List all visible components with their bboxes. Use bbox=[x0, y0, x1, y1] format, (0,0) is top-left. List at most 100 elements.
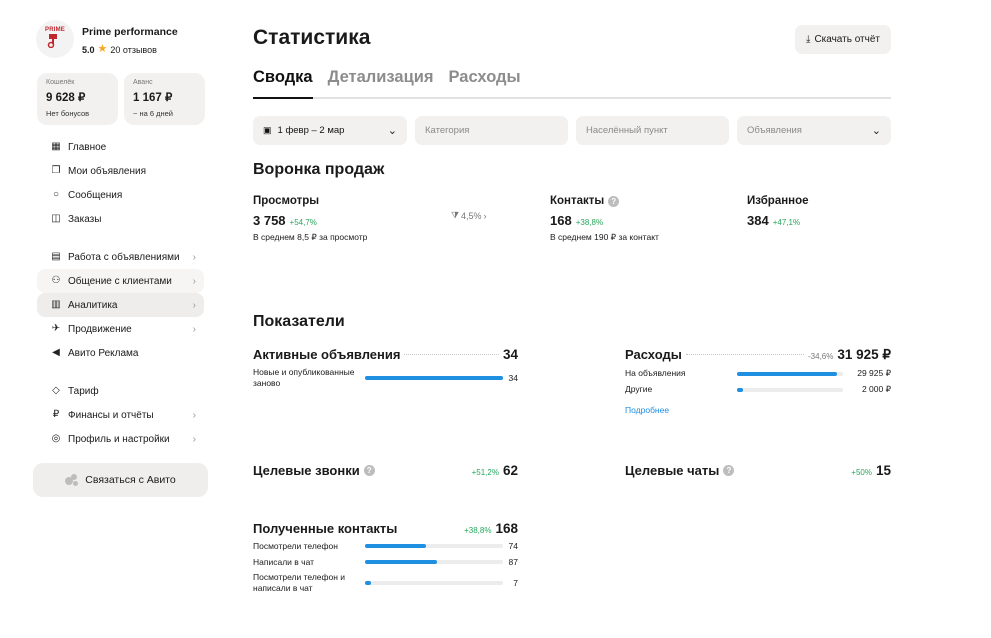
expenses-value: 31 925 ₽ bbox=[837, 347, 891, 362]
active-ads-card: Активные объявления 34 Новые и опубликов… bbox=[253, 347, 518, 388]
advance-value: 1 167 ₽ bbox=[133, 92, 173, 104]
download-label: Скачать отчёт bbox=[814, 34, 880, 45]
date-range-select[interactable]: ▣ 1 февр – 2 мар ⌄ bbox=[253, 116, 407, 145]
row-label: Новые и опубликованные заново bbox=[253, 367, 355, 388]
sidebar-item-label: Финансы и отчёты bbox=[68, 409, 154, 421]
views-delta: +54,7% bbox=[289, 218, 317, 227]
metrics-title: Показатели bbox=[253, 313, 345, 330]
sidebar-item-orders[interactable]: ◫ Заказы bbox=[37, 207, 204, 231]
wallet-card[interactable]: Кошелёк 9 628 ₽ Нет бонусов bbox=[37, 73, 118, 125]
more-link[interactable]: Подробнее bbox=[625, 405, 891, 415]
city-input[interactable]: Населённый пункт bbox=[576, 116, 729, 145]
ads-select[interactable]: Объявления ⌄ bbox=[737, 116, 891, 145]
ad-icon: ▤ bbox=[51, 251, 61, 262]
ruble-icon: ₽ bbox=[52, 409, 60, 420]
help-icon[interactable]: ? bbox=[723, 465, 735, 476]
sidebar-nav: ▦ Главное ❐ Мои объявления ○ Сообщения ◫… bbox=[33, 135, 213, 451]
sidebar-item-label: Работа с объявлениями bbox=[68, 251, 180, 263]
progress-bar bbox=[737, 371, 843, 376]
row-value: 34 bbox=[508, 372, 518, 383]
sidebar-item-label: Общение с клиентами bbox=[68, 275, 172, 287]
row-label: Посмотрели телефон и написали в чат bbox=[253, 572, 346, 593]
people-icon: ⚇ bbox=[51, 275, 61, 286]
progress-bar bbox=[737, 387, 843, 392]
favorites-value: 384 bbox=[747, 213, 769, 228]
grid-icon: ▦ bbox=[51, 141, 61, 152]
calls-delta: +51,2% bbox=[471, 468, 499, 477]
tab-summary[interactable]: Сводка bbox=[253, 68, 313, 99]
help-icon[interactable]: ? bbox=[608, 195, 620, 207]
rating-value: 5.0 bbox=[82, 44, 95, 55]
progress-bar bbox=[365, 580, 503, 585]
contacts-sub: В среднем 190 ₽ за контакт bbox=[550, 232, 659, 242]
chats-label: Целевые чаты bbox=[625, 463, 720, 478]
metric-row: Посмотрели телефон и написали в чат 7 bbox=[253, 572, 518, 593]
profile-rating[interactable]: 5.0 ★ 20 отзывов bbox=[82, 44, 178, 55]
target-chats-card: Целевые чаты ? +50% 15 bbox=[625, 463, 891, 478]
favorites-delta: +47,1% bbox=[772, 218, 801, 227]
contact-avito-button[interactable]: Связаться с Авито bbox=[33, 463, 208, 497]
favorites-label: Избранное bbox=[747, 195, 809, 207]
views-label: Просмотры bbox=[253, 195, 320, 207]
received-contacts-value: 168 bbox=[495, 521, 518, 536]
sidebar-item-avito-ads[interactable]: ◀ Авито Реклама bbox=[37, 341, 204, 365]
profile-name: Prime performance bbox=[82, 26, 178, 38]
target-calls-card: Целевые звонки ? +51,2% 62 bbox=[253, 463, 518, 478]
contact-avito-label: Связаться с Авито bbox=[85, 474, 176, 486]
tab-expenses[interactable]: Расходы bbox=[449, 68, 521, 97]
sidebar: PRIME Prime performance 5.0 ★ 20 отзывов… bbox=[33, 20, 213, 497]
sidebar-item-analytics[interactable]: ▥ Аналитика › bbox=[37, 293, 204, 317]
progress-fill bbox=[365, 544, 426, 549]
chats-value: 15 bbox=[875, 463, 891, 478]
sidebar-item-my-ads[interactable]: ❐ Мои объявления bbox=[37, 159, 204, 183]
sidebar-item-profile[interactable]: ◎ Профиль и настройки › bbox=[37, 427, 204, 451]
progress-bar bbox=[365, 559, 503, 564]
chevron-down-icon: ⌄ bbox=[871, 125, 881, 137]
row-label: Посмотрели телефон bbox=[253, 541, 338, 551]
expenses-card: Расходы -34,6% 31 925 ₽ На объявления 29… bbox=[625, 347, 891, 415]
sidebar-item-label: Главное bbox=[68, 141, 107, 153]
sidebar-item-tariff[interactable]: ◇ Тариф bbox=[37, 379, 204, 403]
bubbles-icon bbox=[65, 474, 79, 486]
progress-fill bbox=[365, 375, 503, 380]
sidebar-item-promotion[interactable]: ✈ Продвижение › bbox=[37, 317, 204, 341]
progress-fill bbox=[365, 559, 437, 564]
sidebar-item-messages[interactable]: ○ Сообщения bbox=[37, 183, 204, 207]
chart-icon: ▥ bbox=[51, 299, 61, 310]
metric-row: Новые и опубликованные заново 34 bbox=[253, 367, 518, 388]
active-ads-value: 34 bbox=[502, 347, 518, 362]
category-input[interactable]: Категория bbox=[415, 116, 568, 145]
download-report-button[interactable]: ⤓ Скачать отчёт bbox=[795, 25, 891, 54]
filters: ▣ 1 февр – 2 мар ⌄ Категория Населённый … bbox=[253, 116, 891, 145]
chevron-right-icon: › bbox=[192, 323, 196, 335]
funnel-conversion[interactable]: ⧩ 4,5% › bbox=[451, 210, 487, 221]
megaphone-icon: ◀ bbox=[52, 347, 60, 358]
received-contacts-delta: +38,8% bbox=[464, 526, 492, 535]
views-value: 3 758 bbox=[253, 213, 286, 228]
chevron-right-icon: › bbox=[192, 275, 196, 287]
advance-card[interactable]: Аванс 1 167 ₽ ~ на 6 дней bbox=[124, 73, 205, 125]
progress-bar bbox=[365, 544, 503, 549]
sidebar-item-main[interactable]: ▦ Главное bbox=[37, 135, 204, 159]
wallet-sub: Нет бонусов bbox=[46, 109, 90, 118]
help-icon[interactable]: ? bbox=[363, 465, 375, 476]
row-value: 7 bbox=[513, 577, 518, 588]
sidebar-item-label: Авито Реклама bbox=[68, 347, 139, 359]
chevron-right-icon: › bbox=[192, 251, 196, 263]
sidebar-item-finance[interactable]: ₽ Финансы и отчёты › bbox=[37, 403, 204, 427]
sidebar-item-clients[interactable]: ⚇ Общение с клиентами › bbox=[37, 269, 204, 293]
profile-block[interactable]: PRIME Prime performance 5.0 ★ 20 отзывов bbox=[36, 20, 213, 58]
row-label: На объявления bbox=[625, 368, 686, 379]
calls-label: Целевые звонки bbox=[253, 463, 360, 478]
conversion-value: 4,5% bbox=[461, 210, 482, 221]
date-range-value: 1 февр – 2 мар bbox=[277, 125, 345, 136]
chats-delta: +50% bbox=[851, 468, 872, 477]
tabs: Сводка Детализация Расходы bbox=[253, 68, 891, 99]
contacts-value: 168 bbox=[550, 213, 572, 228]
sidebar-item-ads-work[interactable]: ▤ Работа с объявлениями › bbox=[37, 245, 204, 269]
advance-sub: ~ на 6 дней bbox=[133, 109, 173, 118]
reviews-count: 20 отзывов bbox=[110, 44, 157, 55]
expenses-delta: -34,6% bbox=[808, 352, 834, 361]
tab-details[interactable]: Детализация bbox=[328, 68, 434, 97]
metric-row: Другие 2 000 ₽ bbox=[625, 384, 891, 395]
